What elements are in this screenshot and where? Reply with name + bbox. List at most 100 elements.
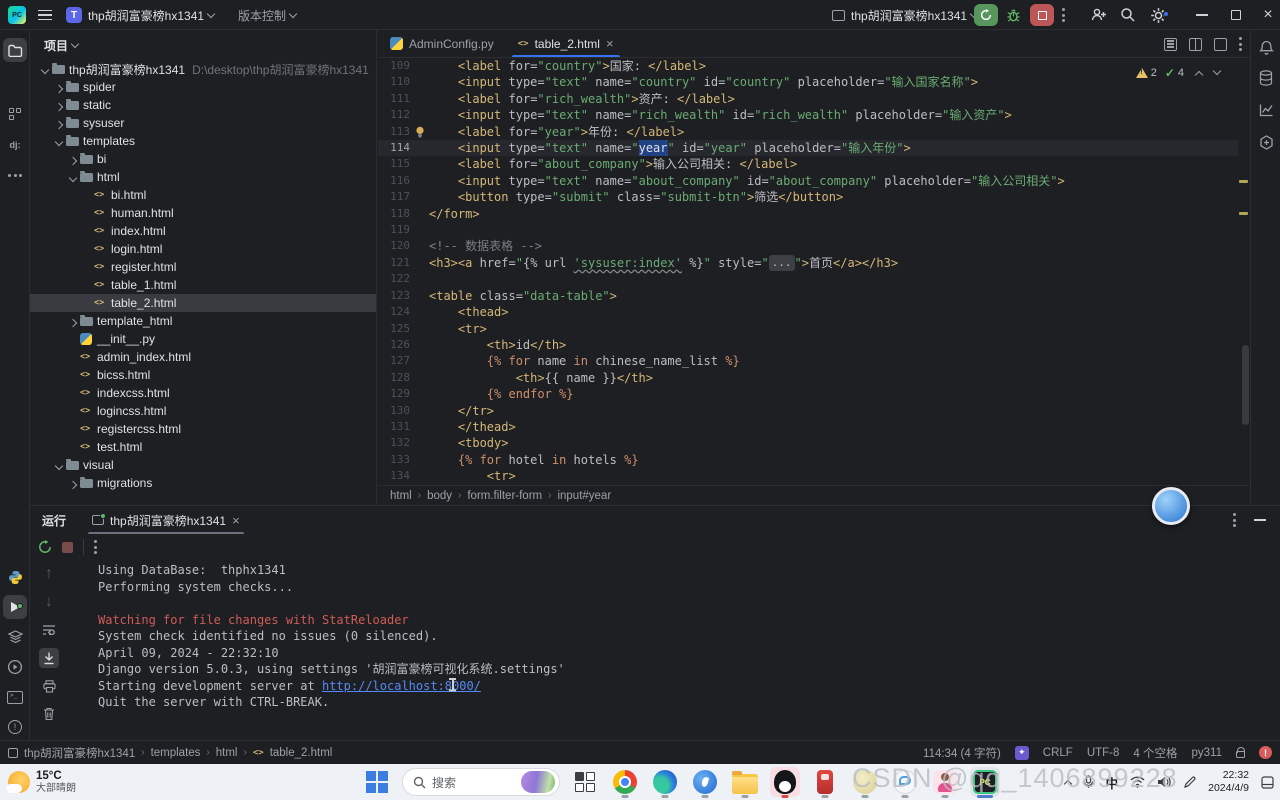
server-url-link[interactable]: http://localhost:8000/ <box>322 679 481 693</box>
editor-more-icon[interactable] <box>1239 37 1242 51</box>
code-line-127[interactable]: 127 {% for name in chinese_name_list %} <box>378 353 1238 369</box>
code-with-me-button[interactable] <box>1090 0 1107 30</box>
code-line-134[interactable]: 134 <tr> <box>378 468 1238 484</box>
code-area[interactable]: 109 <label for="country">国家: </label>110… <box>378 58 1238 485</box>
chevron-icon[interactable] <box>52 461 66 469</box>
taskbar-person-app[interactable] <box>930 767 960 797</box>
detach-editor-icon[interactable] <box>1214 38 1227 51</box>
tree-item-logincss.html[interactable]: <>logincss.html <box>30 402 376 420</box>
tree-item-test.html[interactable]: <>test.html <box>30 438 376 456</box>
indent-widget[interactable]: 4 个空格 <box>1133 745 1177 761</box>
breadcrumb-form.filter-form[interactable]: form.filter-form <box>467 490 542 502</box>
code-line-118[interactable]: 118</form> <box>378 206 1238 222</box>
structure-tool-button[interactable] <box>3 102 27 126</box>
endpoints-tool-button[interactable] <box>1254 98 1278 122</box>
editor-scrollbar[interactable] <box>1242 345 1249 425</box>
tree-item-__init__.py[interactable]: __init__.py <box>30 330 376 348</box>
code-line-109[interactable]: 109 <label for="country">国家: </label> <box>378 58 1238 74</box>
pycharm-logo-icon[interactable]: PC <box>8 0 26 30</box>
code-line-128[interactable]: 128 <th>{{ name }}</th> <box>378 370 1238 386</box>
stop-button[interactable] <box>1030 0 1054 30</box>
code-line-113[interactable]: 113 <label for="year">年份: </label> <box>378 124 1238 140</box>
tree-item-static[interactable]: static <box>30 96 376 114</box>
code-line-125[interactable]: 125 <tr> <box>378 321 1238 337</box>
chevron-icon[interactable] <box>52 119 66 128</box>
code-line-117[interactable]: 117 <button type="submit" class="submit-… <box>378 189 1238 205</box>
close-tab-icon[interactable]: × <box>232 513 240 528</box>
tree-item-bi[interactable]: bi <box>30 150 376 168</box>
hide-console-icon[interactable] <box>1254 519 1266 521</box>
status-breadcrumb-templates[interactable]: templates <box>151 747 201 759</box>
task-view-button[interactable] <box>570 767 600 797</box>
code-line-120[interactable]: 120<!-- 数据表格 --> <box>378 238 1238 254</box>
tree-item-table_2.html[interactable]: <>table_2.html <box>30 294 376 312</box>
code-line-129[interactable]: 129 {% endfor %} <box>378 386 1238 402</box>
code-line-114[interactable]: 114 <input type="text" name="year" id="y… <box>378 140 1238 156</box>
encoding-widget[interactable]: UTF-8 <box>1087 747 1120 759</box>
project-tool-button[interactable] <box>3 38 27 62</box>
interpreter-widget[interactable]: py311 <box>1192 747 1222 759</box>
inspections-widget[interactable]: 2 ✓4 <box>1132 64 1224 82</box>
code-line-123[interactable]: 123<table class="data-table"> <box>378 288 1238 304</box>
tree-item-registercss.html[interactable]: <>registercss.html <box>30 420 376 438</box>
intention-bulb-icon[interactable] <box>410 124 429 140</box>
code-line-116[interactable]: 116 <input type="text" name="about_compa… <box>378 173 1238 189</box>
code-line-121[interactable]: 121<h3><a href="{% url 'sysuser:index' %… <box>378 255 1238 271</box>
soft-wrap-icon[interactable] <box>39 620 59 640</box>
editor-list-icon[interactable] <box>1164 38 1177 51</box>
python-console-tool-button[interactable] <box>3 565 27 589</box>
window-minimize-button[interactable] <box>1188 0 1216 30</box>
run-config-selector[interactable]: thp胡润富豪榜hx1341 <box>832 0 977 30</box>
notifications-button[interactable] <box>1254 36 1278 60</box>
code-line-124[interactable]: 124 <thead> <box>378 304 1238 320</box>
run-console-tab[interactable]: thp胡润富豪榜hx1341 × <box>88 506 244 534</box>
warning-stripe-mark[interactable] <box>1239 212 1248 215</box>
breadcrumb-input#year[interactable]: input#year <box>557 490 611 502</box>
chevron-icon[interactable] <box>52 83 66 92</box>
rerun-button[interactable] <box>974 0 998 30</box>
problems-tool-button[interactable]: ! <box>3 715 27 739</box>
run-more-menu[interactable] <box>1062 0 1065 30</box>
scroll-to-end-icon[interactable] <box>39 648 59 668</box>
warning-stripe-mark[interactable] <box>1239 180 1248 183</box>
line-ending-widget[interactable]: CRLF <box>1043 747 1073 759</box>
tree-item-indexcss.html[interactable]: <>indexcss.html <box>30 384 376 402</box>
run-tool-button[interactable] <box>3 595 27 619</box>
taskbar-browser-app[interactable] <box>690 767 720 797</box>
prev-problem-icon[interactable] <box>1195 70 1203 78</box>
tree-item-html[interactable]: html <box>30 168 376 186</box>
ai-assistant-tool-button[interactable] <box>1254 130 1278 154</box>
tree-item-spider[interactable]: spider <box>30 78 376 96</box>
tree-item-admin_index.html[interactable]: <>admin_index.html <box>30 348 376 366</box>
project-panel-header[interactable]: 项目 <box>30 30 376 60</box>
tree-item-login.html[interactable]: <>login.html <box>30 240 376 258</box>
taskbar-chat-app[interactable] <box>890 767 920 797</box>
tree-item-visual[interactable]: visual <box>30 456 376 474</box>
ime-indicator[interactable]: 中 <box>1106 773 1119 792</box>
tree-item-index.html[interactable]: <>index.html <box>30 222 376 240</box>
window-close-button[interactable]: × <box>1256 0 1280 30</box>
taskbar-reader-app[interactable] <box>810 767 840 797</box>
django-structure-tool-button[interactable]: dj: <box>3 133 27 157</box>
status-breadcrumb-thp胡润富豪榜hx1341[interactable]: thp胡润富豪榜hx1341 <box>24 745 135 761</box>
chevron-icon[interactable] <box>66 479 80 488</box>
up-stacktrace-icon[interactable]: ↑ <box>39 564 59 584</box>
console-output[interactable]: Using DataBase: thphx1341Performing syst… <box>98 562 1198 711</box>
taskbar-search[interactable]: 搜索 <box>402 768 560 796</box>
pen-icon[interactable] <box>1183 776 1196 789</box>
search-everywhere-button[interactable] <box>1120 0 1136 30</box>
notification-center-icon[interactable] <box>1261 776 1274 789</box>
breadcrumb-html[interactable]: html <box>390 490 412 502</box>
tree-item-template_html[interactable]: template_html <box>30 312 376 330</box>
wifi-icon[interactable] <box>1130 776 1145 788</box>
code-line-119[interactable]: 119 <box>378 222 1238 238</box>
tray-expand-icon[interactable] <box>1063 779 1071 787</box>
debug-button[interactable] <box>1006 0 1021 30</box>
profiler-tool-button[interactable] <box>3 655 27 679</box>
tree-item-register.html[interactable]: <>register.html <box>30 258 376 276</box>
taskbar-yellow-app[interactable] <box>850 767 880 797</box>
chevron-icon[interactable] <box>66 155 80 164</box>
mic-icon[interactable] <box>1083 775 1094 789</box>
more-tool-windows-button[interactable] <box>3 163 27 187</box>
chevron-icon[interactable] <box>66 173 80 181</box>
